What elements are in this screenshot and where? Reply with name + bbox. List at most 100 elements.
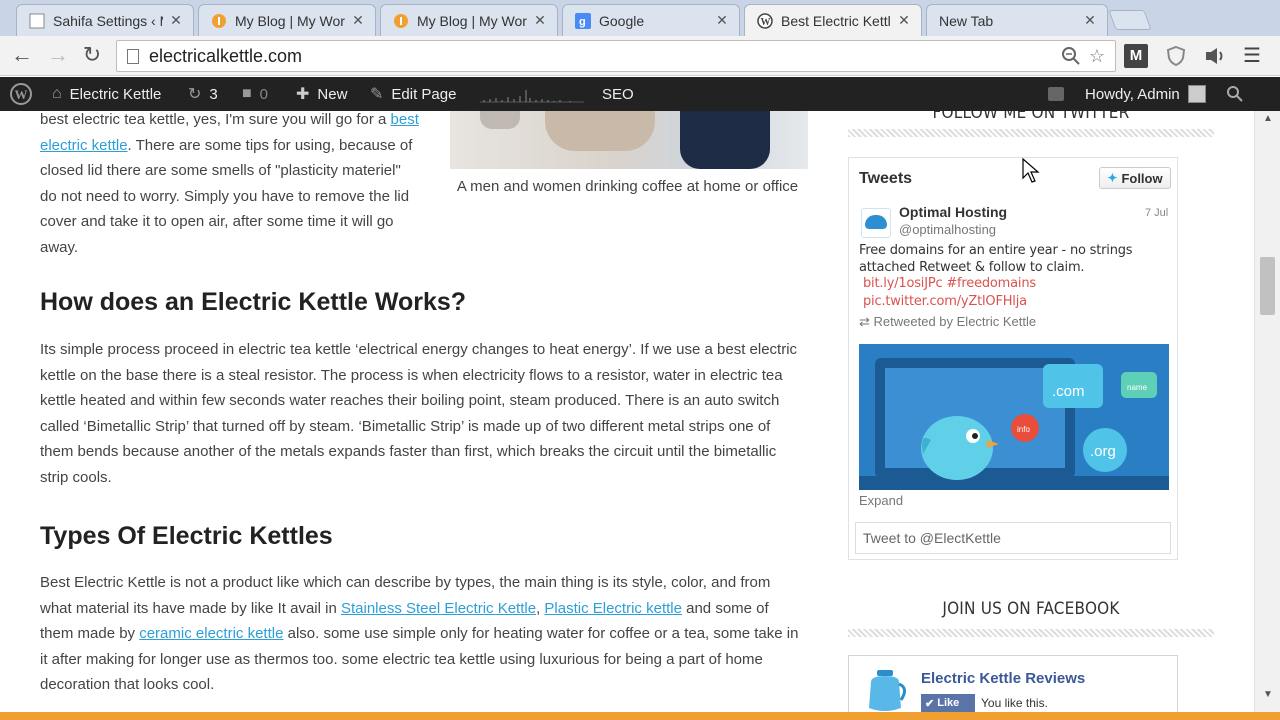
svg-text:g: g: [579, 16, 586, 28]
ceramic-kettle-link[interactable]: ceramic electric kettle: [139, 625, 283, 642]
extension-m-icon[interactable]: M: [1124, 44, 1148, 68]
follow-twitter-heading: FOLLOW ME ON TWITTER: [932, 111, 1130, 123]
google-icon: g: [575, 12, 591, 29]
back-icon[interactable]: ←: [10, 44, 34, 68]
zoom-icon[interactable]: [1061, 46, 1081, 66]
close-icon[interactable]: ✕: [351, 12, 365, 29]
name-label: name: [1127, 383, 1148, 392]
you-like-text: You like this.: [981, 696, 1048, 710]
updates-icon: ↻: [188, 86, 202, 103]
seo-label: SEO: [602, 85, 634, 103]
close-icon[interactable]: ✕: [715, 12, 729, 29]
tab-new-tab[interactable]: New Tab ✕: [926, 4, 1108, 36]
photo-caption: A men and women drinking coffee at home …: [456, 178, 799, 195]
tweet-image[interactable]: .com name info .org: [859, 344, 1169, 490]
star-icon[interactable]: ☆: [1089, 46, 1105, 67]
tab-sahifa-settings[interactable]: Sahifa Settings ‹ M ✕: [16, 4, 194, 36]
retweeted-by-text: Retweeted by Electric Kettle: [873, 314, 1037, 329]
stats-sparkline-icon[interactable]: [480, 86, 584, 104]
kettle-thumbnail-icon[interactable]: [861, 666, 909, 714]
follow-label: Follow: [1121, 170, 1163, 186]
edit-page-label: Edit Page: [391, 85, 457, 103]
site-name-link[interactable]: ⌂ Electric Kettle: [52, 77, 161, 111]
tab-title: New Tab: [939, 12, 994, 29]
scroll-down-icon[interactable]: ▼: [1263, 689, 1273, 700]
scroll-up-icon[interactable]: ▲: [1263, 113, 1273, 124]
plastic-kettle-link[interactable]: Plastic Electric kettle: [544, 600, 682, 617]
comments-count: 0: [259, 85, 269, 103]
search-icon[interactable]: [1226, 77, 1244, 111]
tweet-text: Free domains for an entire year - no str…: [859, 243, 1133, 275]
tab-title: Best Electric Kettle: [781, 12, 891, 29]
tweet-author-handle[interactable]: @optimalhosting: [899, 222, 996, 237]
notification-icon[interactable]: [1048, 77, 1064, 111]
svg-text:W: W: [15, 87, 28, 102]
page-content: best electric tea kettle, yes, I'm sure …: [0, 111, 1254, 716]
intro-text-end: . There are some tips for using, because…: [40, 136, 413, 256]
tab-google[interactable]: g Google ✕: [562, 4, 740, 36]
tweet-to-input[interactable]: Tweet to @ElectKettle: [855, 522, 1171, 554]
blog-orange-icon: [212, 13, 226, 28]
tweets-header: Tweets: [859, 170, 913, 187]
page-scrollbar[interactable]: ▲ ▼: [1254, 111, 1280, 716]
tab-my-blog-1[interactable]: My Blog | My Wor ✕: [198, 4, 376, 36]
my-account-link[interactable]: Howdy, Admin: [1085, 77, 1206, 111]
expand-link[interactable]: Expand: [859, 493, 903, 508]
menu-icon[interactable]: ☰: [1240, 44, 1264, 68]
coffee-photo: [450, 111, 808, 169]
speaker-icon[interactable]: [1202, 44, 1226, 68]
url-text[interactable]: electricalkettle.com: [149, 46, 1061, 67]
info-label: info: [1017, 425, 1030, 434]
tab-title: My Blog | My Wor: [235, 12, 345, 29]
stainless-steel-kettle-link[interactable]: Stainless Steel Electric Kettle: [341, 600, 536, 617]
avatar: [1187, 85, 1206, 103]
tab-title: My Blog | My Wor: [417, 12, 527, 29]
twitter-widget: Tweets ✦ Follow Optimal Hosting @optimal…: [848, 157, 1178, 560]
svg-text:W: W: [761, 17, 771, 28]
close-icon[interactable]: ✕: [1083, 12, 1097, 29]
edit-page-link[interactable]: ✎ Edit Page: [370, 77, 456, 111]
tweet-author-avatar[interactable]: [861, 208, 891, 238]
tweet-date[interactable]: 7 Jul: [1145, 207, 1168, 219]
new-content-link[interactable]: ✚ New: [296, 77, 347, 111]
tab-best-electric-kettle[interactable]: W Best Electric Kettle ✕: [744, 4, 922, 36]
home-icon: ⌂: [52, 85, 62, 102]
dot-com-label: .com: [1052, 383, 1085, 400]
wordpress-logo-icon[interactable]: W: [10, 77, 32, 111]
mouse-cursor-icon: [1022, 158, 1040, 183]
address-bar[interactable]: electricalkettle.com ☆: [116, 40, 1116, 72]
tweet-author-name[interactable]: Optimal Hosting: [899, 204, 1007, 220]
like-label: Like: [937, 697, 960, 709]
intro-paragraph: best electric tea kettle, yes, I'm sure …: [40, 111, 420, 261]
facebook-page-name[interactable]: Electric Kettle Reviews: [921, 670, 1085, 687]
seo-link[interactable]: SEO: [602, 77, 634, 111]
heading-divider: [848, 629, 1214, 637]
works-paragraph: Its simple process proceed in electric t…: [40, 341, 798, 486]
heading-types: Types Of Electric Kettles: [40, 522, 333, 550]
close-icon[interactable]: ✕: [897, 12, 911, 29]
facebook-like-button[interactable]: ✔ Like: [921, 694, 975, 712]
reload-icon[interactable]: ↻: [80, 44, 104, 68]
tab-title: Sahifa Settings ‹ M: [53, 12, 163, 29]
forward-icon[interactable]: →: [46, 44, 70, 68]
browser-tab-strip: Sahifa Settings ‹ M ✕ My Blog | My Wor ✕…: [0, 0, 1280, 36]
types-paragraph: Best Electric Kettle is not a product li…: [40, 570, 805, 698]
close-icon[interactable]: ✕: [169, 12, 183, 29]
tab-my-blog-2[interactable]: My Blog | My Wor ✕: [380, 4, 558, 36]
follow-button[interactable]: ✦ Follow: [1099, 167, 1171, 189]
tweet-link-bitly[interactable]: bit.ly/1osiJPc #freedomains: [863, 276, 1036, 291]
new-label: New: [317, 85, 348, 103]
close-icon[interactable]: ✕: [533, 12, 547, 29]
page-icon: [127, 48, 139, 64]
wordpress-icon: [29, 13, 45, 28]
updates-link[interactable]: ↻ 3: [188, 77, 218, 111]
heading-divider: [848, 129, 1214, 137]
scrollbar-thumb[interactable]: [1260, 257, 1275, 315]
shield-icon[interactable]: [1164, 44, 1188, 68]
tab-title: Google: [599, 12, 645, 29]
comments-link[interactable]: ■ 0: [242, 77, 268, 111]
new-tab-button[interactable]: [1108, 10, 1152, 30]
tweet-link-pic[interactable]: pic.twitter.com/yZtlOFHlja: [863, 294, 1027, 309]
wp-admin-bar: W ⌂ Electric Kettle ↻ 3 ■ 0 ✚ New ✎ Edit…: [0, 77, 1280, 111]
intro-text: best electric tea kettle, yes, I'm sure …: [40, 111, 391, 128]
